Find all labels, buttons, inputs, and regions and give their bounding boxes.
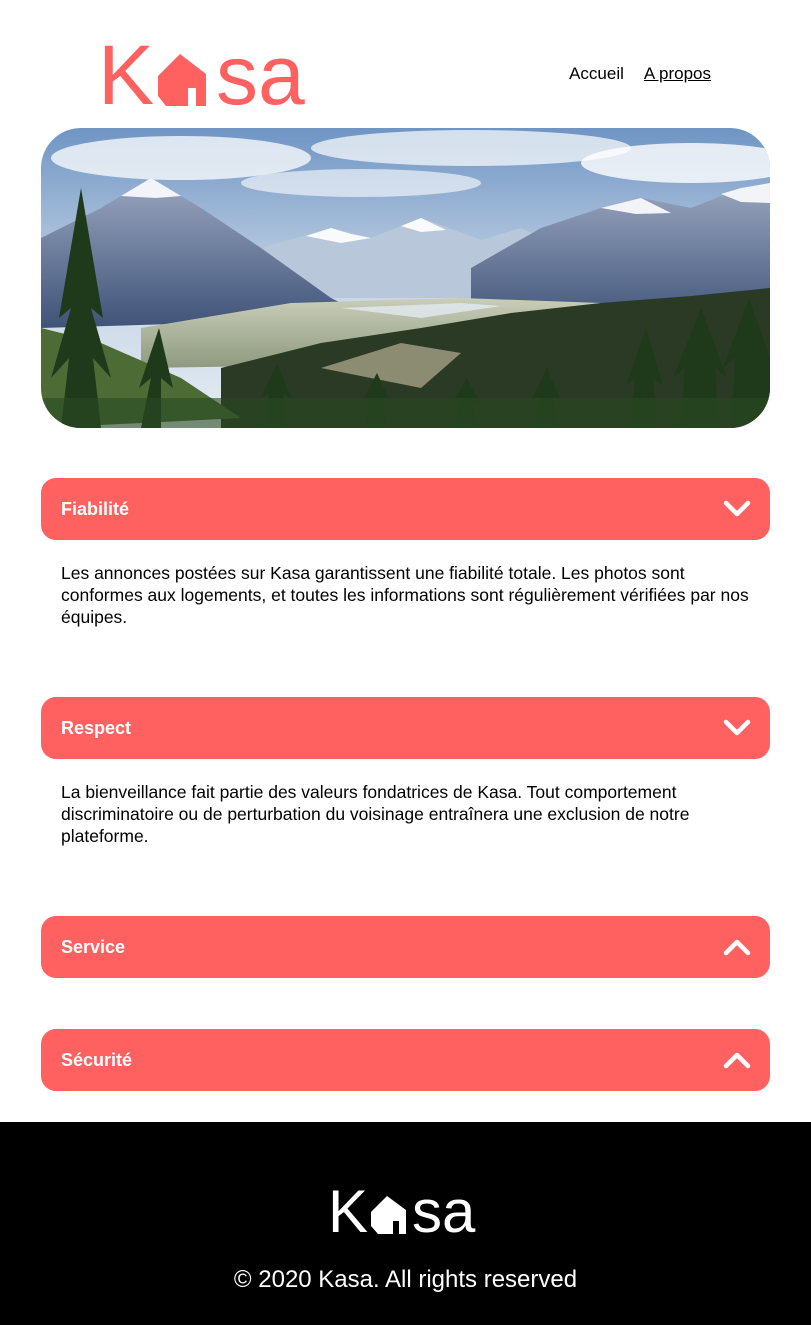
chevron-up-icon[interactable] (723, 937, 751, 957)
site-footer: K sa © 2020 Kasa. All rights reserved (0, 1122, 811, 1325)
house-icon (158, 54, 206, 106)
nav-link-a-propos[interactable]: A propos (644, 64, 711, 84)
logo-letter-k: K (98, 38, 154, 108)
accordion-respect: Respect La bienveillance fait partie des… (41, 697, 770, 847)
accordion-header-service[interactable]: Service (41, 916, 770, 978)
accordion-title: Sécurité (61, 1049, 133, 1070)
mountain-landscape-image (41, 128, 770, 428)
chevron-down-icon[interactable] (723, 718, 751, 738)
footer-logo-letter-k: K (328, 1184, 368, 1236)
accordion-securite: Sécurité (41, 1029, 770, 1091)
footer-kasa-logo: K sa (328, 1178, 484, 1245)
site-header: K sa Accueil A propos (0, 0, 811, 128)
accordion-service: Service (41, 916, 770, 978)
logo-letters-sa: sa (216, 38, 305, 108)
house-icon (371, 1196, 406, 1234)
accordion-header-respect[interactable]: Respect (41, 697, 770, 759)
nav-link-accueil[interactable]: Accueil (569, 64, 624, 84)
chevron-up-icon[interactable] (723, 1050, 751, 1070)
banner-image (41, 128, 770, 428)
accordion-title: Fiabilité (61, 498, 130, 519)
accordion-header-securite[interactable]: Sécurité (41, 1029, 770, 1091)
footer-logo-letters-sa: sa (412, 1184, 476, 1236)
accordion-title: Service (61, 936, 126, 957)
kasa-logo[interactable]: K sa (98, 28, 314, 122)
accordion-body: Les annonces postées sur Kasa garantisse… (61, 563, 749, 627)
accordion-body: La bienveillance fait partie des valeurs… (61, 782, 690, 846)
accordion-fiabilite: Fiabilité Les annonces postées sur Kasa … (41, 478, 770, 628)
copyright-text: © 2020 Kasa. All rights reserved (233, 1266, 578, 1293)
accordion-title: Respect (61, 717, 132, 738)
accordion-header-fiabilite[interactable]: Fiabilité (41, 478, 770, 540)
chevron-down-icon[interactable] (723, 499, 751, 519)
main-nav: Accueil A propos (569, 64, 711, 84)
